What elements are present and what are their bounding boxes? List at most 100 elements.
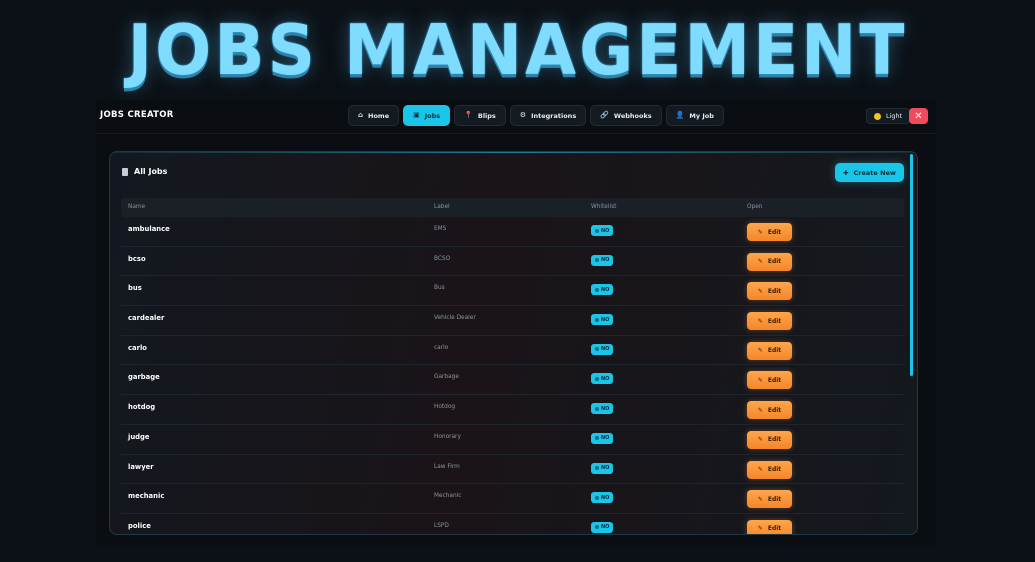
- lock-icon: [595, 406, 599, 411]
- table-row: police LSPD NO ✎ Edit: [121, 514, 904, 534]
- table-row: lawyer Law Firm NO ✎ Edit: [121, 455, 904, 485]
- banner-title: JOBS MANAGEMENT: [127, 9, 908, 91]
- table-row: carlo carlo NO ✎ Edit: [121, 336, 904, 366]
- nav-tab-webhooks[interactable]: 🔗 Webhooks: [590, 105, 662, 126]
- create-new-label: Create New: [853, 168, 896, 177]
- edit-label: Edit: [767, 317, 782, 325]
- edit-label: Edit: [767, 436, 782, 444]
- nav-tab-label: My Job: [689, 111, 714, 120]
- job-label: EMS: [434, 226, 447, 232]
- job-label: Law Firm: [434, 463, 460, 470]
- table-row: cardealer Vehicle Dealer NO ✎ Edit: [121, 306, 904, 336]
- document-icon: [122, 167, 128, 176]
- edit-label: Edit: [767, 228, 782, 236]
- theme-toggle-button[interactable]: Light: [866, 108, 911, 124]
- whitelist-badge: NO: [591, 462, 614, 474]
- table-row: judge Honorary NO ✎ Edit: [121, 425, 904, 455]
- whitelist-value: NO: [601, 316, 610, 323]
- whitelist-badge: NO: [591, 521, 614, 533]
- whitelist-value: NO: [601, 346, 610, 353]
- nav-tab-blips[interactable]: 📍 Blips: [454, 105, 506, 126]
- job-label: Hotdog: [434, 404, 456, 411]
- jobs-table-body: ambulance EMS NO ✎ Edit bcso BCSO NO ✎ Edit bus Bus…: [121, 217, 904, 534]
- job-label: carlo: [434, 344, 449, 351]
- column-header-whitelist: Whitelist: [591, 204, 617, 210]
- job-label: LSPD: [434, 522, 449, 529]
- whitelist-badge: NO: [591, 254, 614, 266]
- whitelist-badge: NO: [591, 225, 614, 236]
- whitelist-value: NO: [601, 227, 610, 234]
- jobs-panel: All Jobs ✚ Create New Name Label Whiteli…: [109, 151, 918, 535]
- whitelist-value: NO: [601, 286, 610, 293]
- banner: JOBS MANAGEMENT: [0, 0, 1035, 100]
- edit-button[interactable]: ✎ Edit: [747, 460, 792, 479]
- nav-tab-home[interactable]: ⌂ Home: [348, 105, 400, 126]
- job-name: bus: [128, 284, 142, 293]
- edit-label: Edit: [767, 466, 782, 473]
- edit-button[interactable]: ✎ Edit: [747, 490, 792, 509]
- column-header-name: Name: [128, 204, 146, 210]
- edit-label: Edit: [767, 258, 782, 266]
- edit-label: Edit: [767, 495, 782, 503]
- edit-label: Edit: [767, 347, 782, 355]
- table-row: garbage Garbage NO ✎ Edit: [121, 365, 904, 396]
- edit-button[interactable]: ✎ Edit: [747, 430, 792, 449]
- app-brand: JOBS CREATOR: [100, 110, 174, 120]
- panel-glow: [110, 152, 917, 153]
- panel-title: All Jobs: [134, 167, 168, 176]
- pencil-icon: ✎: [757, 228, 763, 236]
- pencil-icon: ✎: [757, 376, 763, 384]
- edit-label: Edit: [767, 525, 782, 533]
- edit-button[interactable]: ✎ Edit: [747, 341, 792, 360]
- nav-tab-integrations[interactable]: ⚙ Integrations: [509, 105, 587, 126]
- table-row: mechanic Mechanic NO ✎ Edit: [121, 484, 904, 514]
- nav-tab-label: Integrations: [531, 111, 577, 120]
- close-button[interactable]: ✕: [909, 108, 928, 124]
- pencil-icon: ✎: [757, 347, 763, 355]
- lock-icon: [595, 258, 599, 263]
- edit-button[interactable]: ✎ Edit: [747, 282, 792, 301]
- pencil-icon: ✎: [757, 258, 763, 266]
- whitelist-badge: NO: [591, 373, 614, 385]
- whitelist-value: NO: [601, 465, 610, 471]
- scrollbar[interactable]: [910, 154, 913, 376]
- edit-button[interactable]: ✎ Edit: [747, 252, 792, 271]
- table-row: hotdog Hotdog NO ✎ Edit: [121, 395, 904, 425]
- job-label: Mechanic: [434, 493, 462, 500]
- top-bar: JOBS CREATOR ⌂ Home ▣ Jobs 📍 Blips ⚙ Integratio…: [96, 100, 936, 134]
- edit-button[interactable]: ✎ Edit: [747, 223, 792, 241]
- lock-icon: [595, 466, 599, 470]
- whitelist-badge: NO: [591, 284, 614, 296]
- main-nav: ⌂ Home ▣ Jobs 📍 Blips ⚙ Integrations 🔗 Webhooks 👤 M…: [348, 105, 724, 126]
- pencil-icon: ✎: [757, 406, 763, 414]
- lock-icon: [595, 287, 599, 292]
- whitelist-badge: NO: [591, 403, 614, 415]
- edit-button[interactable]: ✎ Edit: [747, 312, 792, 331]
- pencil-icon: ✎: [757, 466, 763, 473]
- job-name: cardealer: [128, 314, 165, 323]
- nav-tab-label: Webhooks: [613, 111, 652, 120]
- app-window: JOBS CREATOR ⌂ Home ▣ Jobs 📍 Blips ⚙ Integratio…: [96, 100, 936, 545]
- job-label: Vehicle Dealer: [434, 315, 476, 322]
- create-new-button[interactable]: ✚ Create New: [835, 163, 904, 182]
- job-name: police: [128, 521, 151, 530]
- nav-tab-jobs[interactable]: ▣ Jobs: [403, 105, 451, 126]
- job-name: judge: [128, 432, 150, 441]
- nav-tab-my-job[interactable]: 👤 My Job: [665, 105, 724, 126]
- edit-label: Edit: [767, 376, 782, 384]
- link-icon: 🔗: [600, 111, 609, 119]
- home-icon: ⌂: [358, 111, 364, 119]
- edit-button[interactable]: ✎ Edit: [747, 401, 792, 420]
- table-row: ambulance EMS NO ✎ Edit: [121, 217, 904, 247]
- briefcase-icon: ▣: [413, 111, 420, 119]
- whitelist-value: NO: [601, 375, 610, 382]
- job-name: mechanic: [128, 492, 165, 501]
- table-row: bcso BCSO NO ✎ Edit: [121, 247, 904, 277]
- job-label: Garbage: [434, 374, 459, 381]
- pencil-icon: ✎: [757, 436, 763, 444]
- edit-button[interactable]: ✎ Edit: [747, 519, 792, 534]
- job-name: garbage: [128, 373, 160, 382]
- job-name: ambulance: [128, 225, 170, 233]
- edit-button[interactable]: ✎ Edit: [747, 371, 792, 390]
- whitelist-value: NO: [601, 435, 610, 442]
